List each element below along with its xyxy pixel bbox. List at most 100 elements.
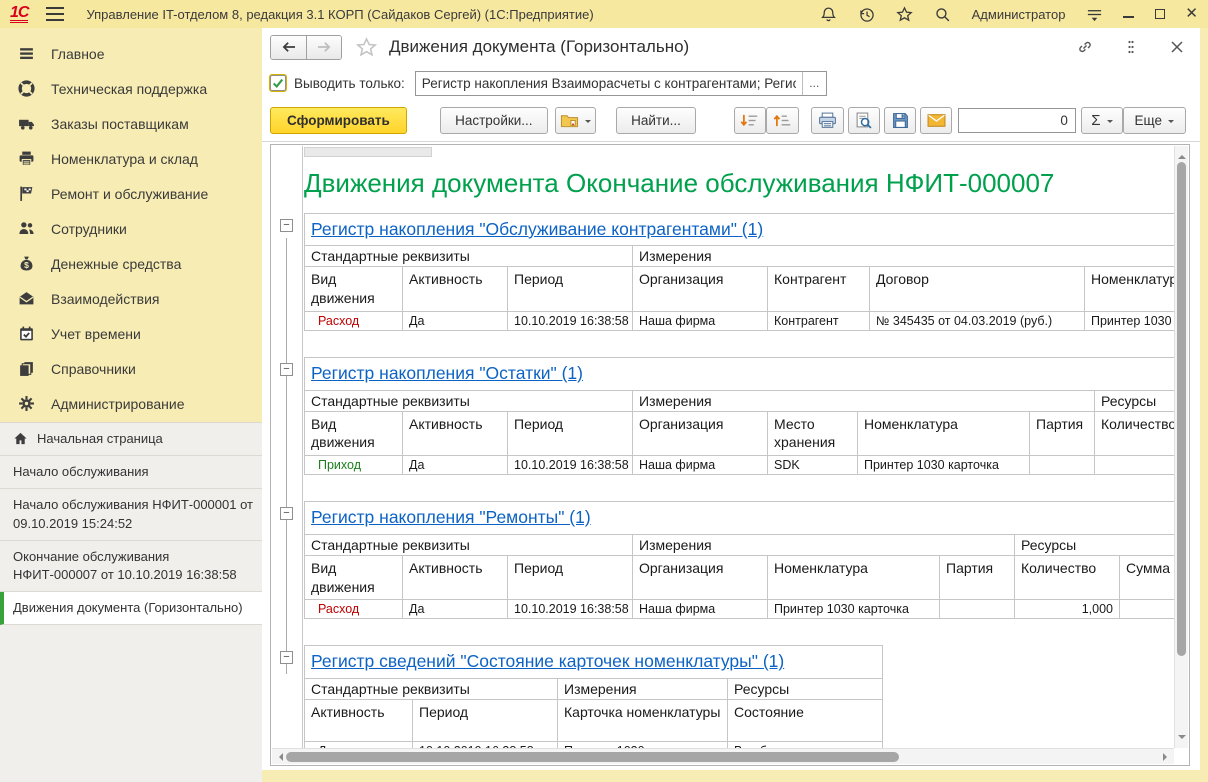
find-button[interactable]: Найти... <box>616 107 696 134</box>
register-cell <box>1095 456 1175 475</box>
main-menu-icon[interactable] <box>46 7 64 21</box>
current-user[interactable]: Администратор <box>972 7 1066 22</box>
sidebar-item-checkered-flag[interactable]: Ремонт и обслуживание <box>0 176 262 211</box>
sidebar-item-menu[interactable]: Главное <box>0 36 262 71</box>
history-icon[interactable] <box>858 5 876 23</box>
register-cell: Да <box>403 312 508 331</box>
print-icon[interactable] <box>811 107 844 134</box>
column-header: Партия <box>940 555 1015 600</box>
save-icon[interactable] <box>884 107 917 134</box>
filter-row: Выводить только: ... <box>262 66 1200 100</box>
sum-sigma-button[interactable]: Σ <box>1081 107 1122 134</box>
send-email-icon[interactable] <box>920 107 953 134</box>
report-variants-button[interactable] <box>555 107 597 134</box>
sidebar-item-calendar-check[interactable]: Учет времени <box>0 316 262 351</box>
service-menu-icon[interactable] <box>1085 5 1103 23</box>
filter-choose-button[interactable]: ... <box>802 72 826 95</box>
register-cell: Да <box>305 741 413 748</box>
favorite-star-icon[interactable] <box>356 37 377 58</box>
column-header: Организация <box>633 411 768 456</box>
register-link[interactable]: Регистр накопления "Ремонты" (1) <box>311 507 591 527</box>
sidebar-item-people[interactable]: Сотрудники <box>0 211 262 246</box>
minimize-button[interactable] <box>1123 8 1135 20</box>
get-link-icon[interactable] <box>1076 38 1094 56</box>
filter-input[interactable] <box>416 72 802 95</box>
svg-text:$: $ <box>24 260 29 270</box>
register-cell: Приход <box>305 456 403 475</box>
register-link[interactable]: Регистр накопления "Обслуживание контраг… <box>311 219 763 239</box>
print-preview-icon[interactable] <box>848 107 881 134</box>
open-window-tab[interactable]: Начало обслуживания НФИТ-000001 от 09.10… <box>0 489 262 540</box>
open-window-tab[interactable]: Окончание обслуживания НФИТ-000007 от 10… <box>0 541 262 592</box>
vertical-scroll-thumb[interactable] <box>1177 162 1186 656</box>
scroll-right-icon[interactable] <box>1163 753 1171 761</box>
scroll-left-icon[interactable] <box>275 753 283 761</box>
register-cell: Наша фирма <box>633 456 768 475</box>
sidebar-item-catalogs[interactable]: Справочники <box>0 351 262 386</box>
catalogs-icon <box>18 360 37 377</box>
column-header: Номенклатура <box>1085 267 1175 312</box>
back-button[interactable] <box>271 36 306 59</box>
autosum-field[interactable] <box>958 108 1076 133</box>
sidebar-item-label: Главное <box>51 46 105 62</box>
register-cell: Да <box>403 456 508 475</box>
open-window-label: Начальная страница <box>37 430 163 448</box>
sidebar-item-label: Техническая поддержка <box>51 81 207 97</box>
open-window-tab[interactable]: Начальная страница <box>0 423 262 456</box>
scroll-up-icon[interactable] <box>1178 151 1186 159</box>
report-body: Движения документа Окончание обслуживани… <box>272 158 1174 748</box>
generate-button[interactable]: Сформировать <box>270 107 407 134</box>
column-header: Сумма <box>1120 555 1175 600</box>
notifications-bell-icon[interactable] <box>820 5 838 23</box>
close-window-icon[interactable] <box>1168 38 1186 56</box>
maximize-button[interactable] <box>1155 9 1165 19</box>
forward-button[interactable] <box>306 36 341 59</box>
collapse-group-toggle[interactable]: − <box>280 363 293 376</box>
open-window-tab[interactable]: Движения документа (Горизонтально) <box>0 592 262 625</box>
open-window-tab[interactable]: Начало обслуживания <box>0 456 262 489</box>
printer-stock-icon <box>18 150 37 167</box>
register-cell: SDK <box>768 456 858 475</box>
register-link[interactable]: Регистр сведений "Состояние карточек ном… <box>311 651 784 671</box>
sidebar: Главное Техническая поддержка Заказы поста… <box>0 28 262 782</box>
report-header-corner <box>304 147 432 157</box>
show-only-checkbox[interactable] <box>270 75 286 91</box>
collapse-groups-icon[interactable] <box>766 107 799 134</box>
main-panel: Движения документа (Горизонтально) Вывод… <box>262 28 1200 770</box>
sidebar-item-label: Взаимодействия <box>51 291 160 307</box>
column-header: Вид движения <box>305 555 403 600</box>
column-header: Договор <box>870 267 1085 312</box>
collapse-group-toggle[interactable]: − <box>280 651 293 664</box>
expand-groups-icon[interactable] <box>734 107 767 134</box>
more-menu-kebab-icon[interactable] <box>1122 38 1140 56</box>
column-group-header: Измерения <box>558 678 728 699</box>
horizontal-scroll-thumb[interactable] <box>286 752 899 762</box>
sidebar-item-gear[interactable]: Администрирование <box>0 386 262 421</box>
sidebar-item-support-lifering[interactable]: Техническая поддержка <box>0 71 262 106</box>
more-actions-button[interactable]: Еще <box>1123 107 1186 134</box>
register-cell: Расход <box>305 312 403 331</box>
1c-logo-icon: 1С <box>10 6 28 23</box>
register-cell: 10.10.2019 16:38:58 <box>508 456 633 475</box>
favorites-star-icon[interactable] <box>896 5 914 23</box>
collapse-group-toggle[interactable]: − <box>280 219 293 232</box>
open-window-label: Окончание обслуживания НФИТ-000007 от 10… <box>13 548 254 584</box>
money-bag-icon: $ <box>18 255 37 272</box>
settings-button[interactable]: Настройки... <box>440 107 547 134</box>
sidebar-item-envelope[interactable]: Взаимодействия <box>0 281 262 316</box>
column-group-header: Стандартные реквизиты <box>305 246 633 267</box>
vertical-scrollbar[interactable] <box>1174 146 1188 748</box>
sidebar-item-truck[interactable]: Заказы поставщикам <box>0 106 262 141</box>
close-app-button[interactable]: ✕ <box>1185 9 1198 19</box>
scroll-down-icon[interactable] <box>1178 735 1186 743</box>
column-header: Состояние <box>728 699 883 741</box>
search-icon[interactable] <box>934 5 952 23</box>
horizontal-scrollbar[interactable] <box>272 748 1174 764</box>
collapse-group-toggle[interactable]: − <box>280 507 293 520</box>
register-link[interactable]: Регистр накопления "Остатки" (1) <box>311 363 583 383</box>
column-group-header: Измерения <box>633 534 1015 555</box>
column-header: Период <box>508 555 633 600</box>
sidebar-item-printer-stock[interactable]: Номенклатура и склад <box>0 141 262 176</box>
register-cell: 10 000 <box>1120 600 1175 619</box>
sidebar-item-money-bag[interactable]: $Денежные средства <box>0 246 262 281</box>
